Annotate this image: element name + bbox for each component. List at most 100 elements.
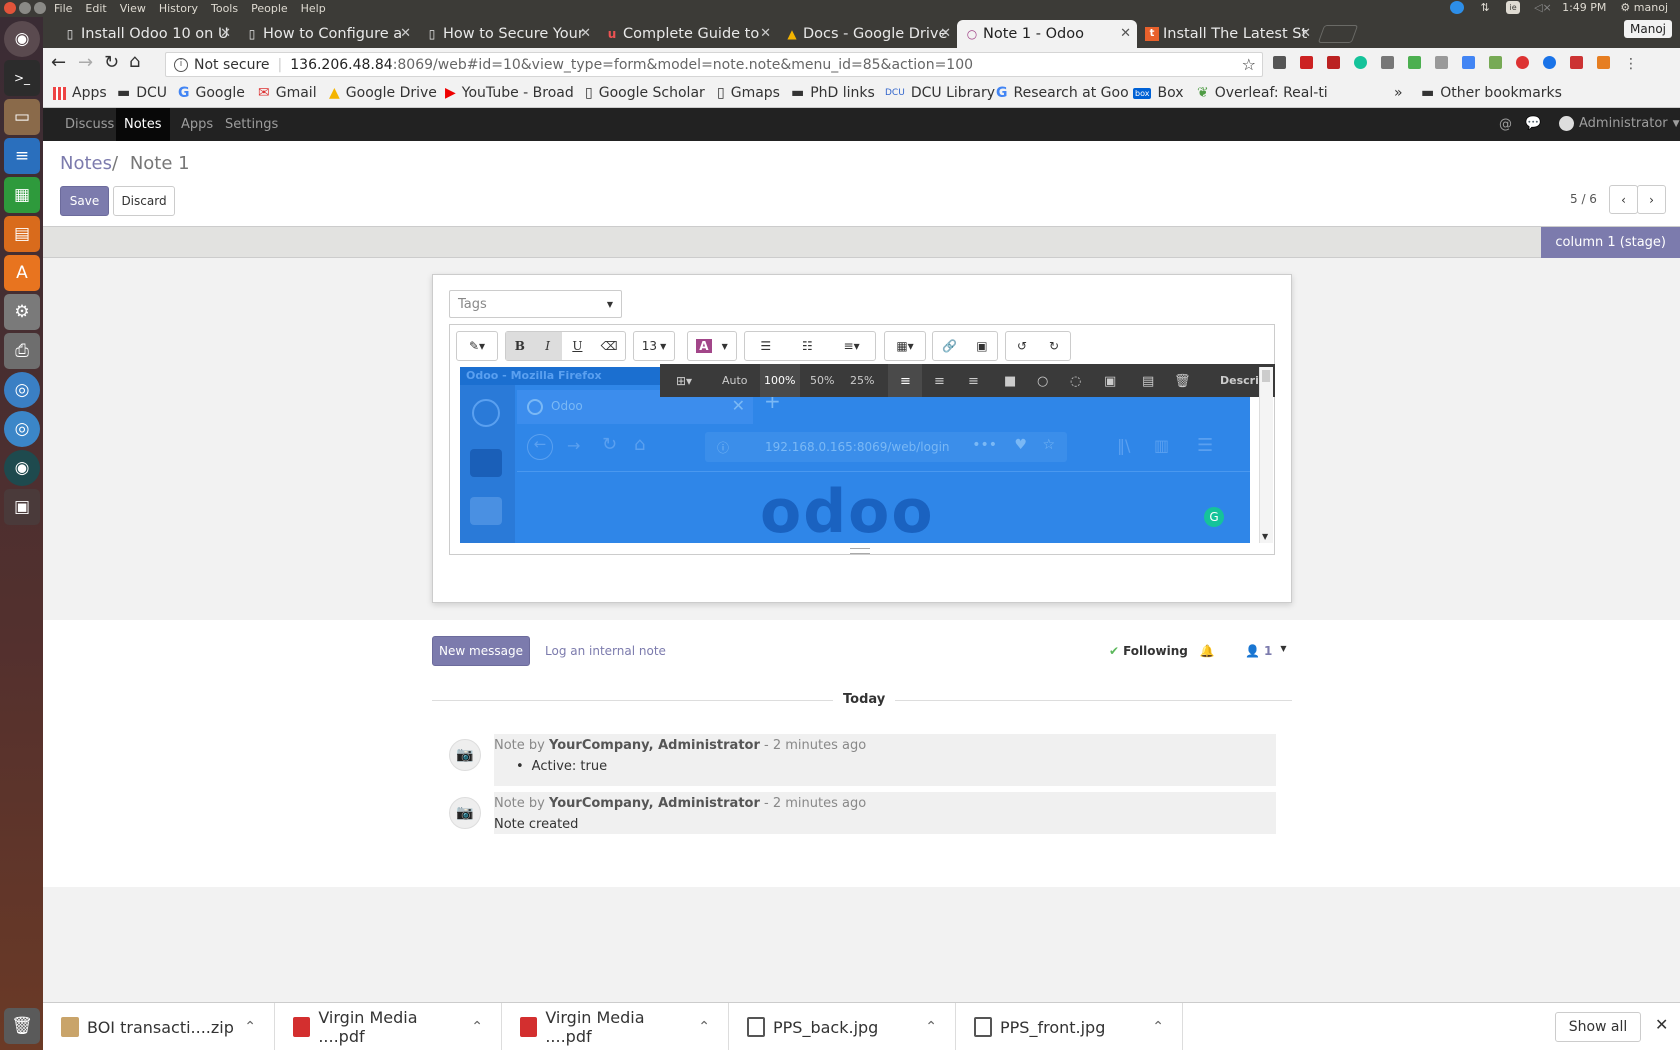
pager-next-button[interactable]: ›	[1637, 185, 1666, 214]
bookmark-research-google[interactable]: G Research at Goo	[996, 85, 1129, 101]
files-icon[interactable]: ▭	[4, 99, 40, 135]
extension-icon[interactable]	[1435, 56, 1448, 69]
message-author[interactable]: YourCompany, Administrator	[549, 796, 760, 811]
replace-image-icon[interactable]: ▣	[1104, 374, 1116, 389]
bookmark-phd-links[interactable]: ▬ PhD links	[791, 85, 875, 101]
extension-icon[interactable]	[1570, 56, 1583, 69]
font-size-dropdown[interactable]: 13 ▼	[633, 331, 675, 361]
shape-square-icon[interactable]: ■	[1004, 374, 1016, 389]
menu-help[interactable]: Help	[301, 2, 326, 15]
window-minimize-icon[interactable]	[19, 2, 31, 14]
download-item[interactable]: PPS_back.jpg ⌃	[729, 1003, 956, 1050]
translate-icon[interactable]	[1462, 56, 1475, 69]
extension-icon[interactable]	[1273, 56, 1286, 69]
undo-icon[interactable]: ↺	[1017, 339, 1027, 353]
bookmark-dcu-library[interactable]: DCU DCU Library	[885, 85, 995, 101]
note-editor[interactable]: ✎▾ B I U ⌫ 13 ▼ A ▼ ☰ ☷ ≡▾ ▦▾ 🔗 ▣ ↺ ↻ Odoo…	[449, 324, 1275, 555]
menu-icon[interactable]: ⋮	[1624, 56, 1638, 72]
scroll-down-icon[interactable]: ▼	[1262, 532, 1268, 541]
nav-notes[interactable]: Notes	[116, 108, 170, 141]
bold-button[interactable]: B	[506, 332, 534, 360]
calc-icon[interactable]: ▦	[4, 177, 40, 213]
download-item[interactable]: PPS_front.jpg ⌃	[956, 1003, 1183, 1050]
extension-icon[interactable]	[1408, 56, 1421, 69]
nav-discuss[interactable]: Discuss	[57, 108, 122, 141]
image-icon[interactable]: ▣	[976, 339, 987, 353]
extension-icon[interactable]	[1327, 56, 1340, 69]
tab-secure[interactable]: ▯ How to Secure Your ✕	[417, 20, 597, 48]
shape-shadow-icon[interactable]: ◌	[1070, 374, 1081, 389]
bullet-list-icon[interactable]: ☰	[760, 339, 771, 353]
bookmark-gmail[interactable]: ✉ Gmail	[258, 85, 317, 101]
impress-icon[interactable]: ▤	[4, 216, 40, 252]
align-right-icon[interactable]: ≡	[968, 374, 979, 389]
profile-button[interactable]: Manoj	[1624, 20, 1672, 38]
stage-button[interactable]: column 1 (stage)	[1541, 227, 1680, 258]
bell-icon[interactable]: 🔔	[1200, 644, 1215, 658]
chevron-up-icon[interactable]: ⌃	[471, 1019, 501, 1035]
bookmark-youtube[interactable]: ▶ YouTube - Broad	[445, 85, 574, 101]
followers-dropdown[interactable]: 👤 1 ▼	[1245, 644, 1286, 658]
image-size-25[interactable]: 25%	[850, 374, 874, 387]
image-size-50[interactable]: 50%	[810, 374, 834, 387]
eraser-icon[interactable]: ⌫	[593, 339, 625, 353]
window-close-icon[interactable]	[4, 2, 16, 14]
tab-install-latest[interactable]: t Install The Latest St ✕	[1137, 20, 1317, 48]
tab-complete-guide[interactable]: u Complete Guide to ✕	[597, 20, 777, 48]
underline-button[interactable]: U	[562, 339, 594, 353]
bookmark-box[interactable]: box Box	[1133, 85, 1184, 101]
session-user[interactable]: ⚙ manoj	[1620, 1, 1668, 14]
breadcrumb-notes[interactable]: Notes	[60, 153, 112, 174]
style-dropdown[interactable]: ✎▾	[456, 331, 498, 361]
align-left-icon[interactable]: ≡	[900, 374, 911, 389]
close-icon[interactable]: ✕	[580, 26, 591, 41]
terminal-icon[interactable]: >_	[4, 60, 40, 96]
user-menu[interactable]: Administrator ▼	[1559, 116, 1680, 131]
extension-icon[interactable]	[1516, 56, 1529, 69]
extension-icon[interactable]	[1381, 56, 1394, 69]
close-icon[interactable]: ✕	[1300, 26, 1311, 41]
trash-icon[interactable]: 🗑	[4, 1008, 40, 1044]
extension-icon[interactable]	[1300, 56, 1313, 69]
printer-icon[interactable]: ⎙	[4, 333, 40, 369]
close-icon[interactable]: ✕	[760, 26, 771, 41]
bookmarks-overflow-chevron[interactable]: »	[1394, 85, 1403, 101]
scrollbar-thumb[interactable]	[1262, 370, 1270, 382]
bookmark-google-scholar[interactable]: ▯ Google Scholar	[585, 85, 705, 101]
log-note-link[interactable]: Log an internal note	[545, 644, 666, 658]
reload-icon[interactable]: ↻	[104, 52, 119, 73]
image-size-100[interactable]: 100%	[764, 374, 795, 387]
chat-icon[interactable]: 💬	[1525, 116, 1541, 131]
info-icon[interactable]: i	[174, 57, 188, 72]
bookmark-google-drive[interactable]: ▲ Google Drive	[329, 85, 437, 101]
align-center-icon[interactable]: ≡	[934, 374, 945, 389]
numbered-list-icon[interactable]: ☷	[802, 339, 813, 353]
align-dropdown[interactable]: ≡▾	[844, 339, 860, 353]
image-link-icon[interactable]: ▤	[1142, 374, 1154, 389]
volume-muted-icon[interactable]: ◁×	[1534, 1, 1552, 14]
chevron-up-icon[interactable]: ⌃	[925, 1019, 955, 1035]
redo-icon[interactable]: ↻	[1049, 339, 1059, 353]
settings-icon[interactable]: ⚙	[4, 294, 40, 330]
download-item[interactable]: Virgin Media ....pdf ⌃	[275, 1003, 502, 1050]
menu-people[interactable]: People	[251, 2, 288, 15]
delete-image-icon[interactable]: 🗑	[1174, 374, 1191, 389]
at-mention-icon[interactable]: @	[1499, 117, 1512, 132]
keyboard-layout-icon[interactable]: ie	[1506, 1, 1521, 14]
chrome-icon[interactable]: ◎	[4, 372, 40, 408]
tags-field[interactable]: Tags ▼	[449, 290, 622, 318]
software-center-icon[interactable]: A	[4, 255, 40, 291]
download-item[interactable]: BOI transacti....zip ⌃	[43, 1003, 275, 1050]
editor-resize-handle[interactable]	[850, 548, 870, 554]
nav-settings[interactable]: Settings	[217, 108, 286, 141]
bookmark-dcu[interactable]: ▬ DCU	[117, 85, 167, 101]
ubuntu-dash-icon[interactable]: ◉	[4, 21, 40, 57]
address-bar[interactable]: i Not secure | 136.206.48.84:8069/web#id…	[165, 52, 1263, 77]
save-button[interactable]: Save	[60, 186, 109, 216]
tab-configure[interactable]: ▯ How to Configure a ✕	[237, 20, 417, 48]
menu-view[interactable]: View	[120, 2, 146, 15]
grammarly-icon[interactable]: G	[1204, 507, 1224, 527]
bookmark-star-icon[interactable]: ☆	[1242, 55, 1256, 74]
window-maximize-icon[interactable]	[34, 2, 46, 14]
new-message-button[interactable]: New message	[432, 636, 530, 666]
